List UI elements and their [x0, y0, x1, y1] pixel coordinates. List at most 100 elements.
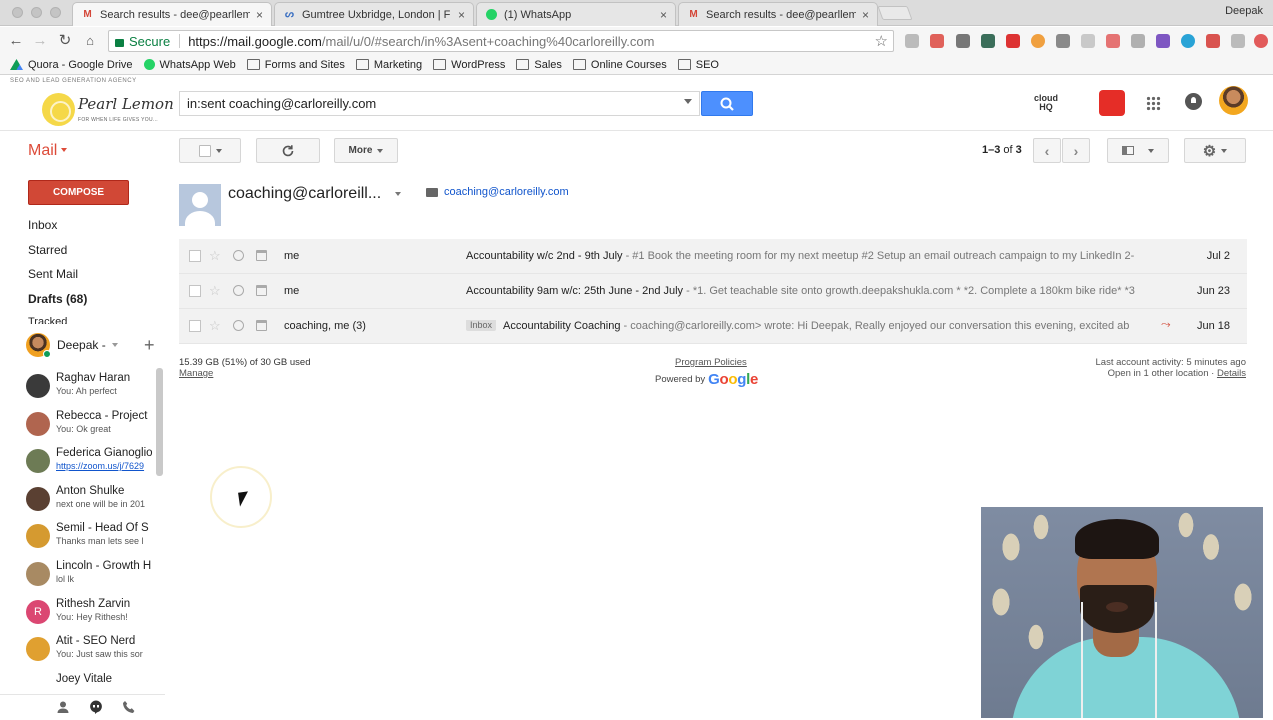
extension-icon[interactable]	[1206, 34, 1220, 48]
extension-icon[interactable]	[905, 34, 919, 48]
settings-button[interactable]: ⚙	[1184, 138, 1246, 163]
snooze-clock-icon[interactable]	[233, 320, 244, 331]
close-tab-icon[interactable]: ×	[862, 8, 869, 22]
extension-icon[interactable]	[1156, 34, 1170, 48]
row-checkbox[interactable]	[189, 285, 201, 297]
extension-icon[interactable]	[1006, 34, 1020, 48]
app-extension-icon[interactable]	[1099, 90, 1125, 116]
nav-item-sent[interactable]: Sent Mail	[28, 267, 78, 281]
search-input[interactable]: in:sent coaching@carloreilly.com	[179, 91, 700, 116]
forward-arrow-icon[interactable]: →	[31, 32, 49, 50]
contacts-scrollbar[interactable]	[156, 368, 163, 476]
brand-name[interactable]: Pearl Lemon	[78, 95, 174, 113]
hangouts-contact[interactable]: Atit - SEO Nerd You: Just saw this sor	[26, 631, 156, 669]
person-icon[interactable]	[56, 700, 70, 714]
hangouts-profile[interactable]: Deepak -	[26, 332, 162, 358]
cloudhq-icon[interactable]: cloud HQ	[1034, 94, 1058, 112]
new-tab-button[interactable]	[877, 6, 913, 20]
compose-button[interactable]: COMPOSE	[28, 180, 129, 205]
previous-page-button[interactable]: ‹	[1033, 138, 1061, 163]
bookmark-folder[interactable]: Sales	[516, 59, 562, 71]
notifications-bell-icon[interactable]	[1185, 93, 1202, 110]
bookmark-folder[interactable]: Online Courses	[572, 59, 667, 71]
contact-email-link[interactable]: coaching@carloreilly.com	[444, 186, 569, 198]
snooze-clock-icon[interactable]	[233, 285, 244, 296]
mail-switcher[interactable]: Mail	[28, 142, 67, 160]
close-window-button[interactable]	[12, 7, 23, 18]
hangouts-contact[interactable]: Federica Gianoglio https://zoom.us/j/7629	[26, 443, 156, 481]
extension-icon[interactable]	[1181, 34, 1195, 48]
home-icon[interactable]: ⌂	[81, 32, 99, 50]
browser-tab[interactable]: M Search results - dee@pearllem ×	[678, 2, 878, 26]
account-avatar[interactable]	[1219, 86, 1248, 115]
address-bar[interactable]: Secure https://mail.google.com/mail/u/0/…	[108, 30, 894, 52]
refresh-button[interactable]	[256, 138, 320, 163]
browser-tab[interactable]: ᔕ Gumtree Uxbridge, London | F ×	[274, 2, 474, 26]
nav-item-drafts[interactable]: Drafts (68)	[28, 292, 87, 306]
snooze-clock-icon[interactable]	[233, 250, 244, 261]
email-row[interactable]: ☆ me Accountability 9am w/c: 25th June - 2…	[179, 274, 1247, 309]
contact-message-link[interactable]: https://zoom.us/j/7629	[56, 461, 154, 471]
extension-icon[interactable]	[1131, 34, 1145, 48]
calendar-icon[interactable]	[256, 250, 267, 261]
back-arrow-icon[interactable]: ←	[7, 32, 25, 50]
extension-icon[interactable]	[1056, 34, 1070, 48]
extension-icon[interactable]	[981, 34, 995, 48]
extension-icon[interactable]	[1081, 34, 1095, 48]
bookmark-folder[interactable]: SEO	[677, 59, 719, 71]
hangouts-contact[interactable]: Rebecca - Project You: Ok great	[26, 406, 156, 444]
phone-icon[interactable]	[122, 700, 136, 714]
inbox-label-badge[interactable]: Inbox	[466, 320, 497, 331]
search-button[interactable]	[701, 91, 753, 116]
hangouts-contact[interactable]: Semil - Head Of S Thanks man lets see l	[26, 518, 156, 556]
search-options-caret-icon[interactable]	[684, 99, 692, 104]
minimize-window-button[interactable]	[31, 7, 42, 18]
bookmark-star-icon[interactable]: ☆	[875, 32, 888, 50]
extension-icon[interactable]	[1231, 34, 1245, 48]
hangouts-contact[interactable]: Joey Vitale	[26, 669, 156, 692]
extension-icon[interactable]	[1254, 34, 1268, 48]
split-pane-button[interactable]	[1107, 138, 1169, 163]
star-icon[interactable]: ☆	[209, 248, 221, 264]
bookmark-folder[interactable]: Forms and Sites	[246, 59, 345, 71]
star-icon[interactable]: ☆	[209, 283, 221, 299]
hangouts-contact[interactable]: Raghav Haran You: Ah perfect	[26, 368, 156, 406]
close-tab-icon[interactable]: ×	[660, 8, 667, 22]
reload-icon[interactable]: ↻	[56, 32, 74, 50]
email-row[interactable]: ☆ me Accountability w/c 2nd - 9th July - #…	[179, 239, 1247, 274]
close-tab-icon[interactable]: ×	[256, 8, 263, 22]
manage-storage-link[interactable]: Manage	[179, 368, 213, 379]
google-apps-grid-icon[interactable]	[1146, 96, 1161, 111]
extension-icon[interactable]	[956, 34, 970, 48]
row-checkbox[interactable]	[189, 320, 201, 332]
hangouts-contact[interactable]: R Rithesh Zarvin You: Hey Rithesh!	[26, 594, 156, 632]
nav-item-starred[interactable]: Starred	[28, 243, 67, 257]
bookmark-folder[interactable]: WordPress	[433, 59, 505, 71]
calendar-icon[interactable]	[256, 285, 267, 296]
contact-title[interactable]: coaching@carloreill...	[228, 185, 381, 203]
bookmark-folder[interactable]: Marketing	[355, 59, 422, 71]
hangouts-chat-icon[interactable]	[89, 700, 103, 714]
close-tab-icon[interactable]: ×	[458, 8, 465, 22]
next-page-button[interactable]: ›	[1062, 138, 1090, 163]
pdf-attachment-icon[interactable]: ⤳	[1161, 317, 1171, 332]
bookmark-item[interactable]: Quora - Google Drive	[10, 59, 133, 71]
browser-tab[interactable]: M Search results - dee@pearllem ×	[72, 2, 272, 26]
calendar-icon[interactable]	[256, 320, 267, 331]
row-checkbox[interactable]	[189, 250, 201, 262]
nav-item-inbox[interactable]: Inbox	[28, 218, 57, 232]
details-link[interactable]: Details	[1217, 368, 1246, 379]
extension-icon[interactable]	[1106, 34, 1120, 48]
chevron-down-icon[interactable]	[395, 192, 401, 196]
program-policies-link[interactable]: Program Policies	[675, 357, 747, 368]
extension-icon[interactable]	[1031, 34, 1045, 48]
select-all-checkbox-button[interactable]	[179, 138, 241, 163]
lemon-logo-icon[interactable]	[42, 93, 75, 126]
star-icon[interactable]: ☆	[209, 318, 221, 334]
bookmark-item[interactable]: WhatsApp Web	[143, 59, 236, 71]
nav-item-tracked[interactable]: Tracked	[28, 316, 67, 324]
new-conversation-plus-icon[interactable]: +	[144, 335, 155, 356]
more-actions-button[interactable]: More	[334, 138, 398, 163]
hangouts-contact[interactable]: Anton Shulke next one will be in 201	[26, 481, 156, 519]
email-row[interactable]: ☆ coaching, me (3) Inbox Accountability Coa…	[179, 309, 1247, 344]
